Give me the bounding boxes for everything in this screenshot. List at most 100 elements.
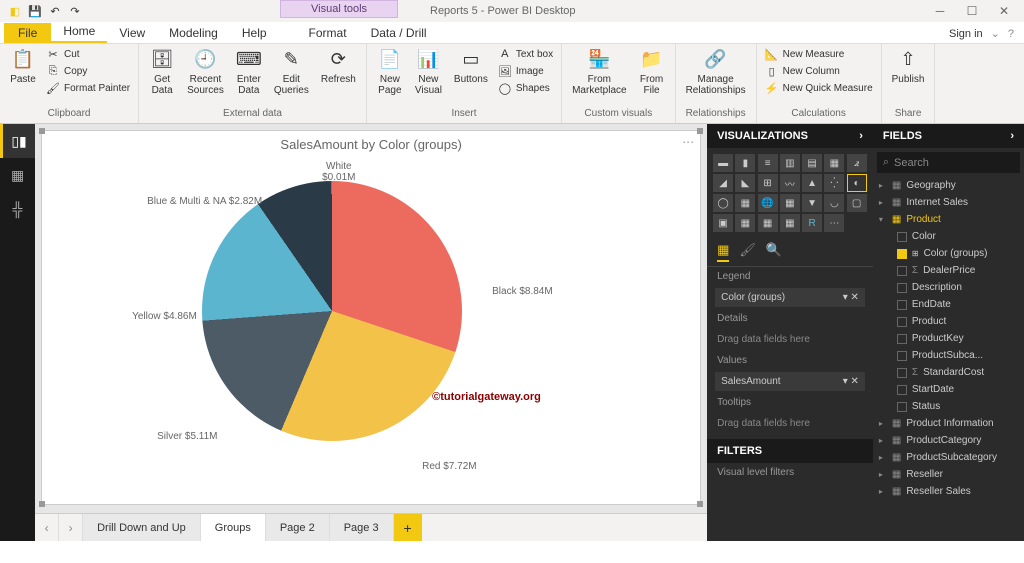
field-item[interactable]: ▾▦ Product — [873, 211, 1024, 228]
tab-format[interactable]: Format — [297, 23, 359, 43]
publish-button[interactable]: ⇧Publish — [888, 46, 929, 87]
viz-filledmap-icon[interactable]: ▦ — [780, 194, 800, 212]
selection-handle[interactable] — [39, 501, 45, 507]
paste-button[interactable]: 📋Paste — [6, 46, 40, 87]
add-page-button[interactable]: + — [394, 514, 422, 541]
format-tab-icon[interactable]: 🖌 — [739, 242, 756, 262]
field-item[interactable]: StartDate — [873, 381, 1024, 398]
page-tab[interactable]: Page 3 — [330, 514, 394, 541]
viz-line-icon[interactable]: ⦨ — [847, 154, 867, 172]
field-item[interactable]: ProductKey — [873, 330, 1024, 347]
model-view-button[interactable]: ╬ — [0, 192, 35, 226]
viz-waterfall-icon[interactable]: ▲ — [802, 174, 822, 192]
report-canvas[interactable]: ⋯ SalesAmount by Color (groups) Black $8… — [41, 130, 701, 505]
maximize-button[interactable]: ☐ — [956, 1, 988, 21]
field-item[interactable]: Σ DealerPrice — [873, 262, 1024, 279]
viz-treemap-icon[interactable]: ▦ — [735, 194, 755, 212]
viz-100col-icon[interactable]: ▦ — [824, 154, 844, 172]
cut-button[interactable]: ✂Cut — [44, 46, 132, 62]
pie-chart[interactable] — [202, 181, 462, 441]
field-item[interactable]: ▸▦ Reseller — [873, 466, 1024, 483]
new-page-button[interactable]: 📄New Page — [373, 46, 407, 98]
shapes-button[interactable]: ◯Shapes — [496, 80, 555, 96]
viz-slicer-icon[interactable]: ▦ — [735, 214, 755, 232]
field-item[interactable]: ▸▦ Geography — [873, 177, 1024, 194]
minimize-button[interactable]: ─ — [924, 1, 956, 21]
undo-icon[interactable]: ↶ — [48, 4, 62, 18]
selection-handle[interactable] — [39, 128, 45, 134]
viz-stackedbar-icon[interactable]: ▬ — [713, 154, 733, 172]
field-item[interactable]: ▸▦ Product Information — [873, 415, 1024, 432]
viz-stackarea-icon[interactable]: ◣ — [735, 174, 755, 192]
field-item[interactable]: Product — [873, 313, 1024, 330]
field-item[interactable]: Status — [873, 398, 1024, 415]
tabs-next-button[interactable]: › — [59, 514, 83, 541]
field-item[interactable]: ⊞ Color (groups) — [873, 245, 1024, 262]
viz-scatter-icon[interactable]: ⁛ — [824, 174, 844, 192]
new-measure-button[interactable]: 📐New Measure — [763, 46, 875, 62]
recent-sources-button[interactable]: 🕘Recent Sources — [183, 46, 228, 98]
fields-search[interactable]: ⌕Search — [877, 152, 1020, 173]
field-item[interactable]: ProductSubca... — [873, 347, 1024, 364]
chevron-down-icon[interactable]: ⌄ — [991, 27, 1000, 40]
help-icon[interactable]: ? — [1008, 28, 1014, 40]
viz-custom-icon[interactable]: ⋯ — [824, 214, 844, 232]
viz-pie-icon[interactable]: ◐ — [847, 174, 867, 192]
from-file-button[interactable]: 📁From File — [635, 46, 669, 98]
close-button[interactable]: ✕ — [988, 1, 1020, 21]
viz-area-icon[interactable]: ◢ — [713, 174, 733, 192]
viz-donut-icon[interactable]: ◯ — [713, 194, 733, 212]
refresh-button[interactable]: ⟳Refresh — [317, 46, 360, 87]
field-item[interactable]: ▸▦ Reseller Sales — [873, 483, 1024, 500]
textbox-button[interactable]: AText box — [496, 46, 555, 62]
enter-data-button[interactable]: ⌨Enter Data — [232, 46, 266, 98]
viz-kpi-icon[interactable]: ▣ — [713, 214, 733, 232]
viz-100bar-icon[interactable]: ▤ — [802, 154, 822, 172]
field-item[interactable]: ▸▦ ProductSubcategory — [873, 449, 1024, 466]
viz-clustcol-icon[interactable]: ▥ — [780, 154, 800, 172]
field-item[interactable]: ▸▦ ProductCategory — [873, 432, 1024, 449]
tab-view[interactable]: View — [107, 23, 157, 43]
from-marketplace-button[interactable]: 🏪From Marketplace — [568, 46, 630, 98]
tab-home[interactable]: Home — [51, 21, 107, 43]
quick-measure-button[interactable]: ⚡New Quick Measure — [763, 80, 875, 96]
collapse-icon[interactable]: › — [1010, 130, 1014, 142]
visual-menu-icon[interactable]: ⋯ — [682, 135, 694, 149]
viz-gauge-icon[interactable]: ◡ — [824, 194, 844, 212]
field-item[interactable]: Description — [873, 279, 1024, 296]
fields-tab-icon[interactable]: ▦ — [717, 242, 729, 262]
sign-in-link[interactable]: Sign in — [949, 28, 983, 40]
selection-handle[interactable] — [697, 501, 703, 507]
report-view-button[interactable]: ▯▮ — [0, 124, 35, 158]
legend-field-well[interactable]: Color (groups)▾ ✕ — [715, 288, 865, 307]
data-view-button[interactable]: ▦ — [0, 158, 35, 192]
page-tab[interactable]: Drill Down and Up — [83, 514, 201, 541]
edit-queries-button[interactable]: ✎Edit Queries — [270, 46, 313, 98]
field-item[interactable]: Σ StandardCost — [873, 364, 1024, 381]
format-painter-button[interactable]: 🖌Format Painter — [44, 80, 132, 96]
viz-card-icon[interactable]: ▢ — [847, 194, 867, 212]
get-data-button[interactable]: 🗄Get Data — [145, 46, 179, 98]
viz-clustbar-icon[interactable]: ≡ — [758, 154, 778, 172]
selection-handle[interactable] — [697, 128, 703, 134]
copy-button[interactable]: ⎘Copy — [44, 63, 132, 79]
analytics-tab-icon[interactable]: 🔍 — [766, 242, 782, 262]
redo-icon[interactable]: ↷ — [68, 4, 82, 18]
viz-r-icon[interactable]: R — [802, 214, 822, 232]
save-icon[interactable]: 💾 — [28, 4, 42, 18]
buttons-button[interactable]: ▭Buttons — [450, 46, 492, 87]
tooltips-field-well[interactable]: Drag data fields here — [707, 412, 873, 435]
field-item[interactable]: ▸▦ Internet Sales — [873, 194, 1024, 211]
image-button[interactable]: 🖼Image — [496, 63, 555, 79]
new-column-button[interactable]: ▯New Column — [763, 63, 875, 79]
tab-help[interactable]: Help — [230, 23, 279, 43]
file-tab[interactable]: File — [4, 23, 51, 43]
viz-table-icon[interactable]: ▦ — [758, 214, 778, 232]
viz-ribbon-icon[interactable]: 〰 — [780, 174, 800, 192]
field-item[interactable]: Color — [873, 228, 1024, 245]
tabs-prev-button[interactable]: ‹ — [35, 514, 59, 541]
viz-combo-icon[interactable]: ⊞ — [758, 174, 778, 192]
page-tab[interactable]: Groups — [201, 514, 266, 541]
field-item[interactable]: EndDate — [873, 296, 1024, 313]
viz-matrix-icon[interactable]: ▦ — [780, 214, 800, 232]
